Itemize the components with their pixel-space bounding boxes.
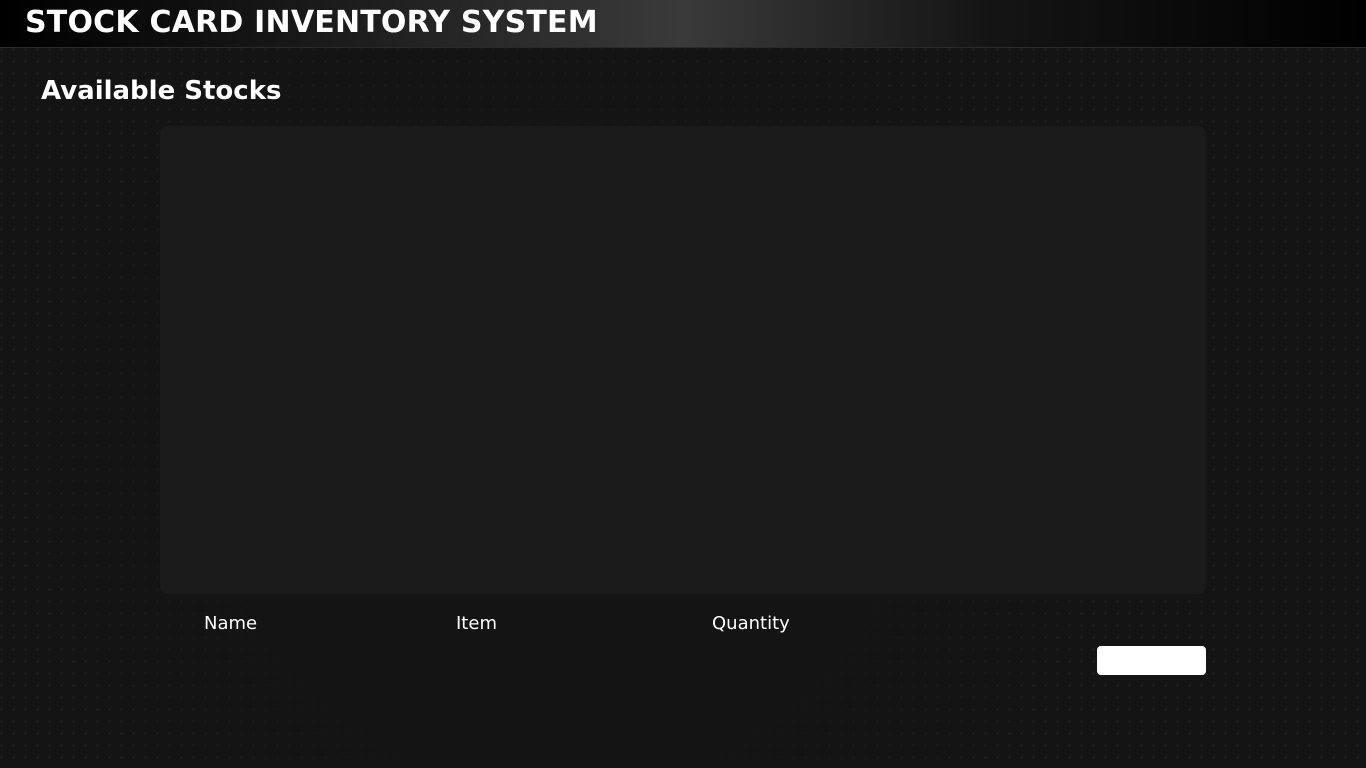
submit-button[interactable] <box>1097 646 1206 675</box>
name-label: Name <box>204 613 258 634</box>
stock-list-panel[interactable] <box>160 126 1206 594</box>
item-label: Item <box>456 613 497 634</box>
quantity-label: Quantity <box>712 613 790 634</box>
app-header: STOCK CARD INVENTORY SYSTEM <box>0 0 1366 48</box>
app-title: STOCK CARD INVENTORY SYSTEM <box>25 5 598 40</box>
section-title-available-stocks: Available Stocks <box>41 76 282 106</box>
